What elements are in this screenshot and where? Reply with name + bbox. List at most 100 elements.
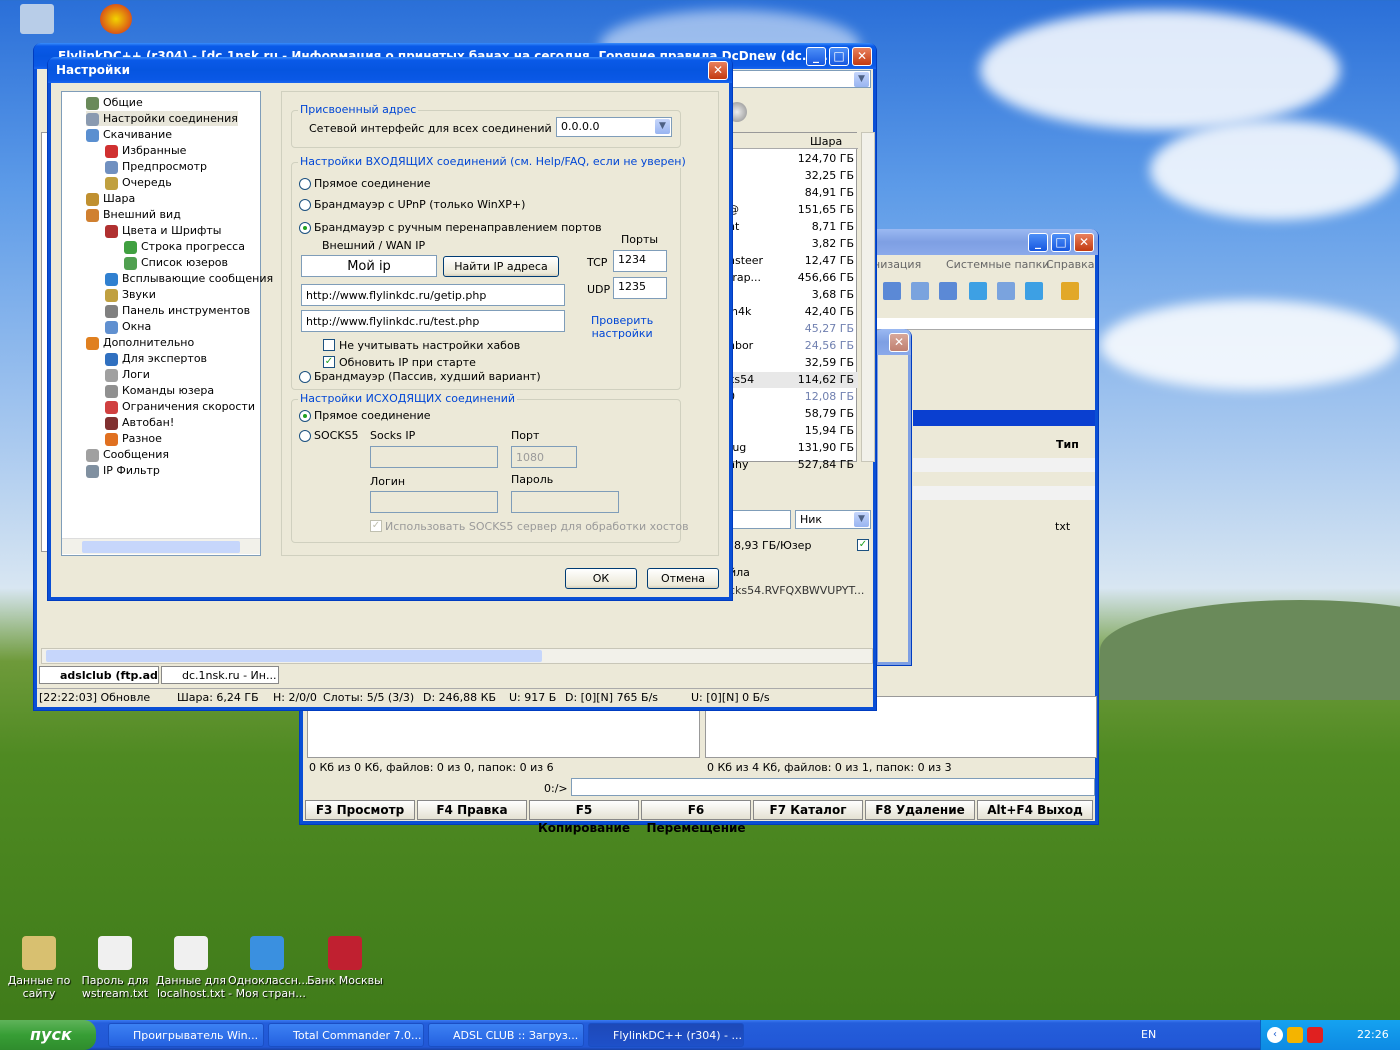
user-row[interactable]: 012,08 ГБ bbox=[728, 389, 858, 405]
use-socks-label[interactable]: Использовать SOCKS5 сервер для обработки… bbox=[385, 520, 689, 533]
in-direct-label[interactable]: Прямое соединение bbox=[314, 177, 431, 190]
user-row[interactable]: in4k 42,40 ГБ bbox=[728, 304, 858, 320]
update-ip-label[interactable]: Обновить IP при старте bbox=[339, 356, 476, 369]
antivirus-tray-icon[interactable] bbox=[1307, 1027, 1323, 1043]
toolbar-icon[interactable] bbox=[1061, 282, 1079, 300]
toolbar-icon[interactable] bbox=[997, 282, 1015, 300]
nick-combo[interactable]: Ник ▼ bbox=[795, 510, 871, 529]
user-row[interactable]: 124,70 ГБ bbox=[728, 151, 858, 167]
password-field[interactable] bbox=[511, 491, 619, 513]
desktop-icon[interactable]: Банк Москвы bbox=[306, 936, 384, 987]
f5-button[interactable]: F5 Копирование bbox=[529, 800, 639, 835]
user-row[interactable]: 32,25 ГБ bbox=[728, 168, 858, 184]
in-passive-label[interactable]: Брандмауэр (Пассив, худший вариант) bbox=[314, 370, 541, 383]
tray-expand-icon[interactable]: ‹ bbox=[1267, 1027, 1283, 1043]
in-direct-radio[interactable] bbox=[299, 178, 311, 190]
settings-title-bar[interactable]: Настройки ✕ bbox=[48, 57, 732, 83]
desktop-icon-my-computer[interactable] bbox=[20, 4, 54, 34]
clock[interactable]: 22:26 bbox=[1357, 1028, 1389, 1041]
tree-item[interactable]: Шара bbox=[86, 191, 135, 206]
use-socks-checkbox[interactable]: ✓ bbox=[370, 520, 382, 532]
taskbar-button[interactable]: Проигрыватель Win... bbox=[108, 1023, 264, 1047]
in-passive-radio[interactable] bbox=[299, 371, 311, 383]
user-row[interactable]: 15,94 ГБ bbox=[728, 423, 858, 439]
find-ip-button[interactable]: Найти IP адреса bbox=[443, 256, 559, 277]
toolbar-icon[interactable] bbox=[911, 282, 929, 300]
user-list-scrollbar[interactable] bbox=[861, 132, 875, 462]
maximize-icon[interactable]: □ bbox=[829, 47, 849, 66]
no-hub-label[interactable]: Не учитывать настройки хабов bbox=[339, 339, 520, 352]
toolbar-icon[interactable] bbox=[1025, 282, 1043, 300]
socks-ip-field[interactable] bbox=[370, 446, 498, 468]
out-direct-label[interactable]: Прямое соединение bbox=[314, 409, 431, 422]
tree-item[interactable]: Общие bbox=[86, 95, 143, 110]
tree-item[interactable]: Команды юзера bbox=[105, 383, 214, 398]
hub-combo[interactable]: ▼ bbox=[727, 70, 871, 88]
tree-item[interactable]: Настройки соединения bbox=[86, 111, 238, 126]
start-button[interactable]: пуск bbox=[0, 1020, 96, 1050]
tree-item[interactable]: Скачивание bbox=[86, 127, 172, 142]
in-upnp-radio[interactable] bbox=[299, 199, 311, 211]
in-manual-label[interactable]: Брандмауэр с ручным перенаправлением пор… bbox=[314, 221, 602, 234]
getip-url-field[interactable]: http://www.flylinkdc.ru/getip.php bbox=[301, 284, 565, 306]
tree-item[interactable]: Логи bbox=[105, 367, 150, 382]
user-row[interactable]: 45,27 ГБ bbox=[728, 321, 858, 337]
tree-item[interactable]: Окна bbox=[105, 319, 151, 334]
test-url-field[interactable]: http://www.flylinkdc.ru/test.php bbox=[301, 310, 565, 332]
tree-item[interactable]: Разное bbox=[105, 431, 162, 446]
user-row[interactable]: @151,65 ГБ bbox=[728, 202, 858, 218]
close-icon[interactable]: ✕ bbox=[852, 47, 872, 66]
close-icon[interactable]: ✕ bbox=[1074, 233, 1094, 252]
maximize-icon[interactable]: □ bbox=[1051, 233, 1071, 252]
tab-dc1nsk[interactable]: dc.1nsk.ru - Ин... bbox=[161, 666, 279, 684]
f8-button[interactable]: F8 Удаление bbox=[865, 800, 975, 820]
user-row[interactable]: 3,68 ГБ bbox=[728, 287, 858, 303]
tree-item[interactable]: Сообщения bbox=[86, 447, 169, 462]
minimize-icon[interactable]: _ bbox=[1028, 233, 1048, 252]
desktop-icon[interactable]: Данные для localhost.txt bbox=[152, 936, 230, 1000]
f7-button[interactable]: F7 Каталог bbox=[753, 800, 863, 820]
user-row[interactable]: nbor 24,56 ГБ bbox=[728, 338, 858, 354]
cancel-button[interactable]: Отмена bbox=[647, 568, 719, 589]
tree-item[interactable]: Дополнительно bbox=[86, 335, 194, 350]
toolbar-icon[interactable] bbox=[969, 282, 987, 300]
tree-item[interactable]: Звуки bbox=[105, 287, 156, 302]
user-row[interactable]: nt 8,71 ГБ bbox=[728, 219, 858, 235]
ok-button[interactable]: ОК bbox=[565, 568, 637, 589]
tc-menu-item[interactable]: Системные папки bbox=[946, 258, 1049, 271]
tree-item[interactable]: Цвета и Шрифты bbox=[105, 223, 221, 238]
in-upnp-label[interactable]: Брандмауэр с UPnP (только WinXP+) bbox=[314, 198, 525, 211]
desktop-icon[interactable]: Данные по сайту bbox=[0, 936, 78, 1000]
tc-type-column[interactable]: Тип bbox=[1056, 438, 1079, 451]
chat-scrollbar[interactable] bbox=[41, 648, 873, 664]
user-row[interactable]: ks54 114,62 ГБ bbox=[728, 372, 858, 388]
user-row[interactable]: 3,82 ГБ bbox=[728, 236, 858, 252]
tree-item[interactable]: IP Фильтр bbox=[86, 463, 160, 478]
tc-menu-item[interactable]: низация bbox=[873, 258, 921, 271]
user-row[interactable]: 84,91 ГБ bbox=[728, 185, 858, 201]
my-ip-field[interactable]: Мой ip bbox=[301, 255, 437, 277]
user-row[interactable]: 32,59 ГБ bbox=[728, 355, 858, 371]
user-row[interactable]: 58,79 ГБ bbox=[728, 406, 858, 422]
tree-scrollbar[interactable] bbox=[62, 538, 260, 554]
tree-item[interactable]: Для экспертов bbox=[105, 351, 207, 366]
socks-port-field[interactable]: 1080 bbox=[511, 446, 577, 468]
taskbar-button[interactable]: ADSL CLUB :: Загруз... bbox=[428, 1023, 584, 1047]
tc-menu-item[interactable]: Справка bbox=[1046, 258, 1094, 271]
desktop-icon[interactable]: Пароль для wstream.txt bbox=[76, 936, 154, 1000]
user-row[interactable]: tug 131,90 ГБ bbox=[728, 440, 858, 456]
tree-item[interactable]: Внешний вид bbox=[86, 207, 181, 222]
out-socks-radio[interactable] bbox=[299, 430, 311, 442]
user-list[interactable]: Шара 124,70 ГБ 32,25 ГБ 84,91 ГБ @151,65 ГБ… bbox=[727, 132, 858, 471]
close-icon[interactable]: ✕ bbox=[708, 61, 728, 80]
tree-item[interactable]: Строка прогресса bbox=[124, 239, 245, 254]
f3-button[interactable]: F3 Просмотр bbox=[305, 800, 415, 820]
tree-item[interactable]: Всплывающие сообщения bbox=[105, 271, 273, 286]
tab-adslclub[interactable]: adslclub (ftp.ad... bbox=[39, 666, 159, 684]
language-indicator[interactable]: EN bbox=[1141, 1028, 1156, 1041]
user-row[interactable]: nhy 527,84 ГБ bbox=[728, 457, 858, 473]
tree-item[interactable]: Автобан! bbox=[105, 415, 174, 430]
no-hub-checkbox[interactable] bbox=[323, 339, 335, 351]
filter-checkbox[interactable]: ✓ bbox=[857, 539, 869, 551]
search-field[interactable] bbox=[727, 510, 791, 529]
